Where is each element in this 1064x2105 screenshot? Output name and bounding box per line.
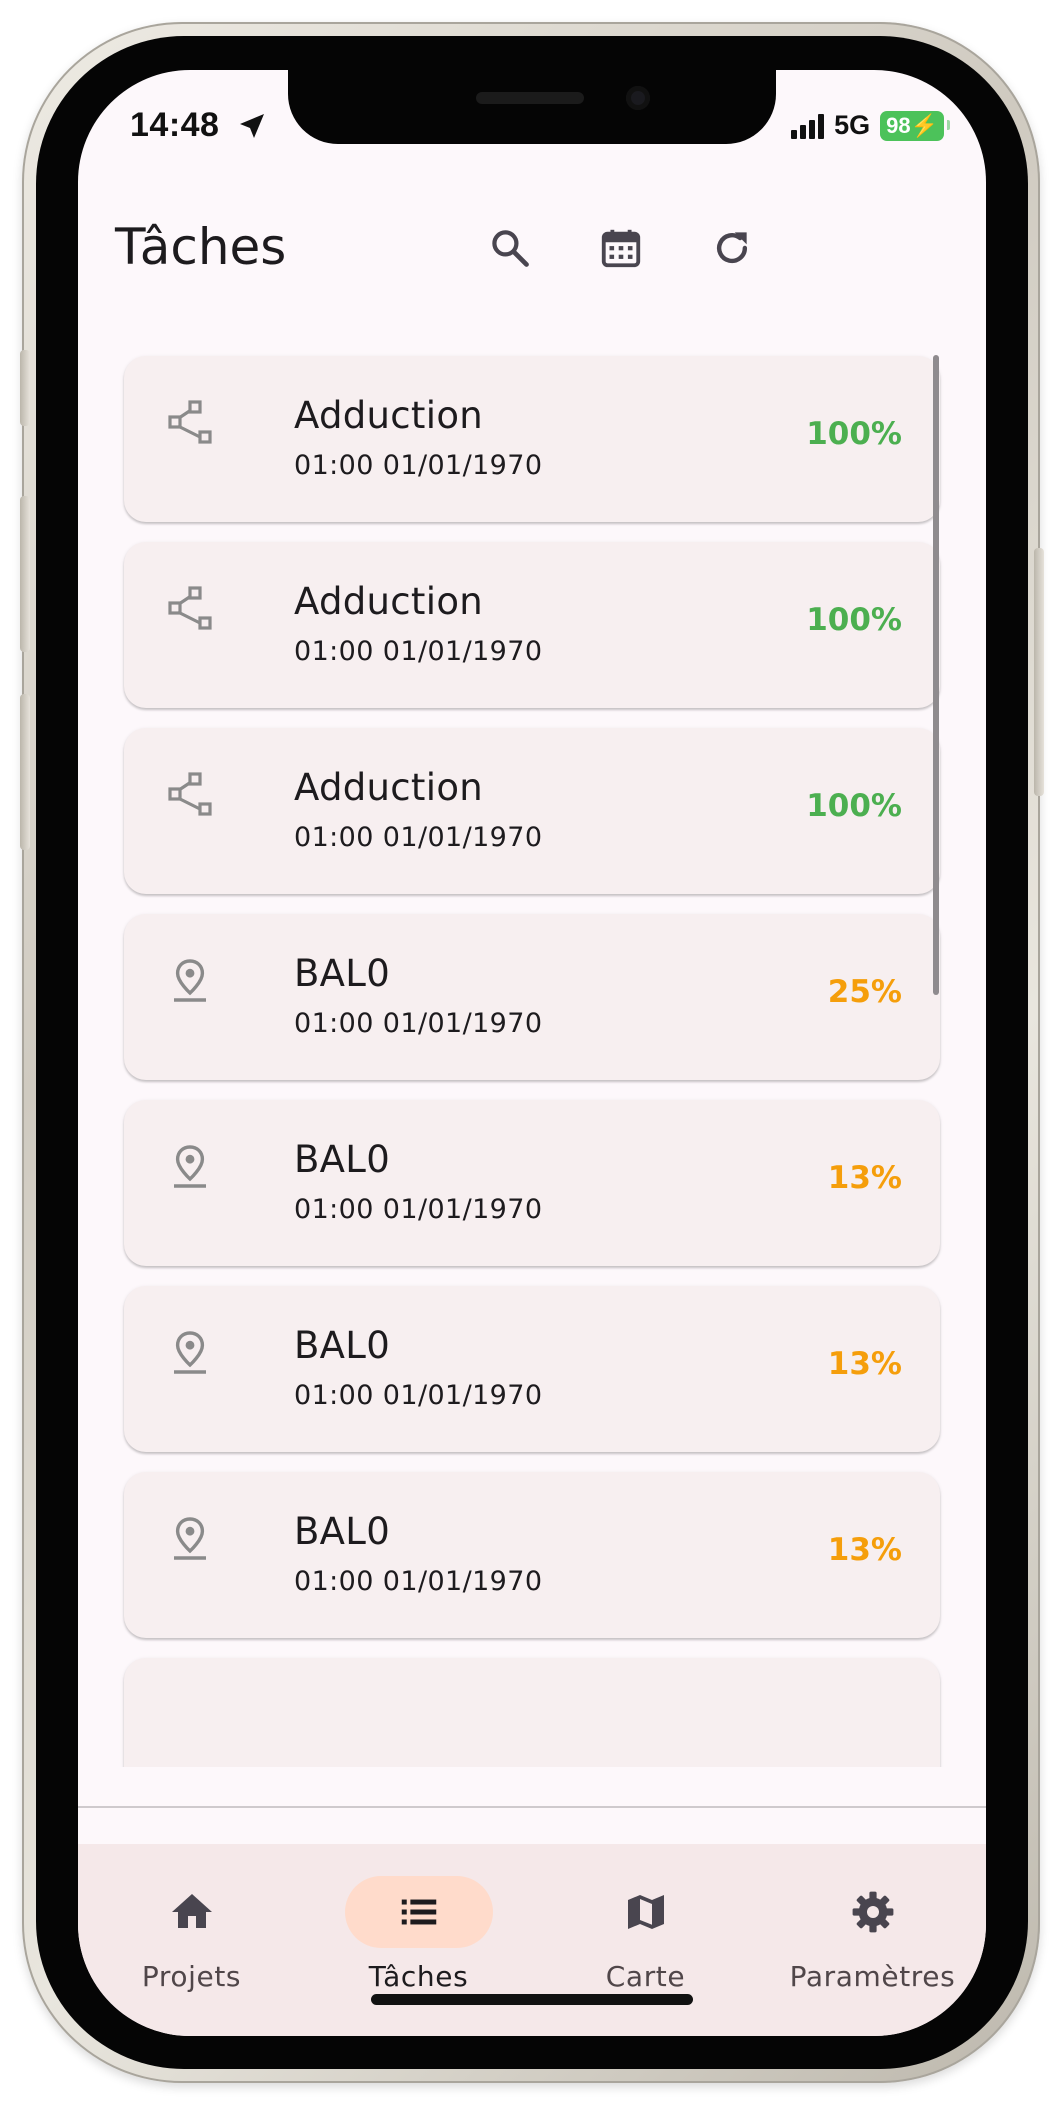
list-scrollbar[interactable] — [933, 355, 939, 995]
phone-silent-switch — [20, 350, 30, 426]
task-progress: 13% — [827, 1346, 902, 1382]
task-datetime: 01:00 01/01/1970 — [294, 450, 543, 481]
task-name: BAL0 — [294, 1324, 391, 1367]
home-indicator[interactable] — [371, 1994, 693, 2005]
app-screen: 14:48 5G 98⚡ Tâches Adduction 01:00 01/0… — [78, 70, 986, 2036]
task-name: Adduction — [294, 394, 484, 437]
task-datetime: 01:00 01/01/1970 — [294, 822, 543, 853]
task-name: Adduction — [294, 580, 484, 623]
network-icon — [168, 400, 212, 444]
task-datetime: 01:00 01/01/1970 — [294, 1194, 543, 1225]
task-card[interactable]: Adduction 01:00 01/01/1970 100% — [124, 542, 940, 708]
search-button[interactable] — [478, 216, 542, 280]
status-indicators: 5G 98⚡ — [791, 110, 950, 141]
map-icon — [627, 1895, 664, 1929]
speaker — [476, 92, 584, 104]
nav-label: Projets — [141, 1960, 242, 1993]
task-datetime: 01:00 01/01/1970 — [294, 1566, 543, 1597]
task-name: BAL0 — [294, 952, 391, 995]
battery-indicator: 98⚡ — [880, 110, 950, 141]
battery-level: 98 — [886, 112, 911, 138]
refresh-icon — [716, 232, 748, 264]
notch — [288, 70, 776, 144]
task-name: BAL0 — [294, 1510, 391, 1553]
location-pin-icon — [174, 1145, 206, 1188]
location-pin-icon — [174, 959, 206, 1002]
home-icon — [171, 1894, 212, 1928]
network-type: 5G — [834, 110, 871, 140]
front-camera — [626, 86, 650, 110]
task-progress: 100% — [806, 788, 902, 824]
phone-volume-up-button — [20, 496, 30, 652]
task-progress: 100% — [806, 416, 902, 452]
task-datetime: 01:00 01/01/1970 — [294, 1380, 543, 1411]
nav-indicator — [799, 1876, 947, 1948]
task-name: BAL0 — [294, 1138, 391, 1181]
cellular-signal-icon — [791, 113, 825, 139]
phone-power-button — [1034, 548, 1044, 796]
task-datetime: 01:00 01/01/1970 — [294, 1008, 543, 1039]
location-arrow-icon — [240, 114, 264, 138]
task-card[interactable]: BAL0 01:00 01/01/1970 13% — [124, 1100, 940, 1266]
task-progress: 13% — [827, 1160, 902, 1196]
task-datetime: 01:00 01/01/1970 — [294, 636, 543, 667]
task-card[interactable]: Adduction 01:00 01/01/1970 100% — [124, 728, 940, 894]
nav-divider — [78, 1806, 986, 1808]
task-progress: 25% — [827, 974, 902, 1010]
nav-indicator-active — [344, 1876, 493, 1948]
task-card[interactable]: BAL0 01:00 01/01/1970 25% — [124, 914, 940, 1080]
task-card[interactable] — [124, 1658, 940, 1767]
task-list[interactable]: Adduction 01:00 01/01/1970 100% Adductio… — [78, 352, 986, 1767]
network-icon — [168, 586, 212, 630]
nav-item-taches[interactable]: Tâches — [305, 1844, 532, 1994]
task-progress: 13% — [827, 1532, 902, 1568]
refresh-button[interactable] — [700, 216, 764, 280]
location-pin-icon — [174, 1331, 206, 1374]
charging-bolt-icon: ⚡ — [910, 112, 938, 138]
nav-item-carte[interactable]: Carte — [532, 1844, 759, 1994]
nav-item-parametres[interactable]: Paramètres — [759, 1844, 986, 1994]
calendar-icon — [601, 229, 641, 268]
gear-icon — [852, 1891, 893, 1933]
network-icon — [168, 772, 212, 816]
nav-item-projets[interactable]: Projets — [78, 1844, 305, 1994]
nav-indicator — [118, 1876, 266, 1948]
list-icon — [401, 1899, 436, 1925]
task-progress: 100% — [806, 602, 902, 638]
task-card[interactable]: BAL0 01:00 01/01/1970 13% — [124, 1286, 940, 1452]
nav-label: Tâches — [368, 1960, 469, 1993]
nav-label: Paramètres — [789, 1960, 956, 1993]
location-pin-icon — [174, 1517, 206, 1560]
nav-label: Carte — [605, 1960, 686, 1993]
task-card[interactable]: BAL0 01:00 01/01/1970 13% — [124, 1472, 940, 1638]
page-title: Tâches — [115, 218, 287, 276]
calendar-button[interactable] — [589, 216, 653, 280]
status-time: 14:48 — [130, 106, 220, 144]
phone-volume-down-button — [20, 694, 30, 850]
task-name: Adduction — [294, 766, 484, 809]
nav-indicator — [572, 1876, 720, 1948]
task-card[interactable]: Adduction 01:00 01/01/1970 100% — [124, 356, 940, 522]
bottom-navigation: Projets Tâches Carte Paramètres — [78, 1844, 986, 2036]
search-icon — [492, 230, 529, 267]
